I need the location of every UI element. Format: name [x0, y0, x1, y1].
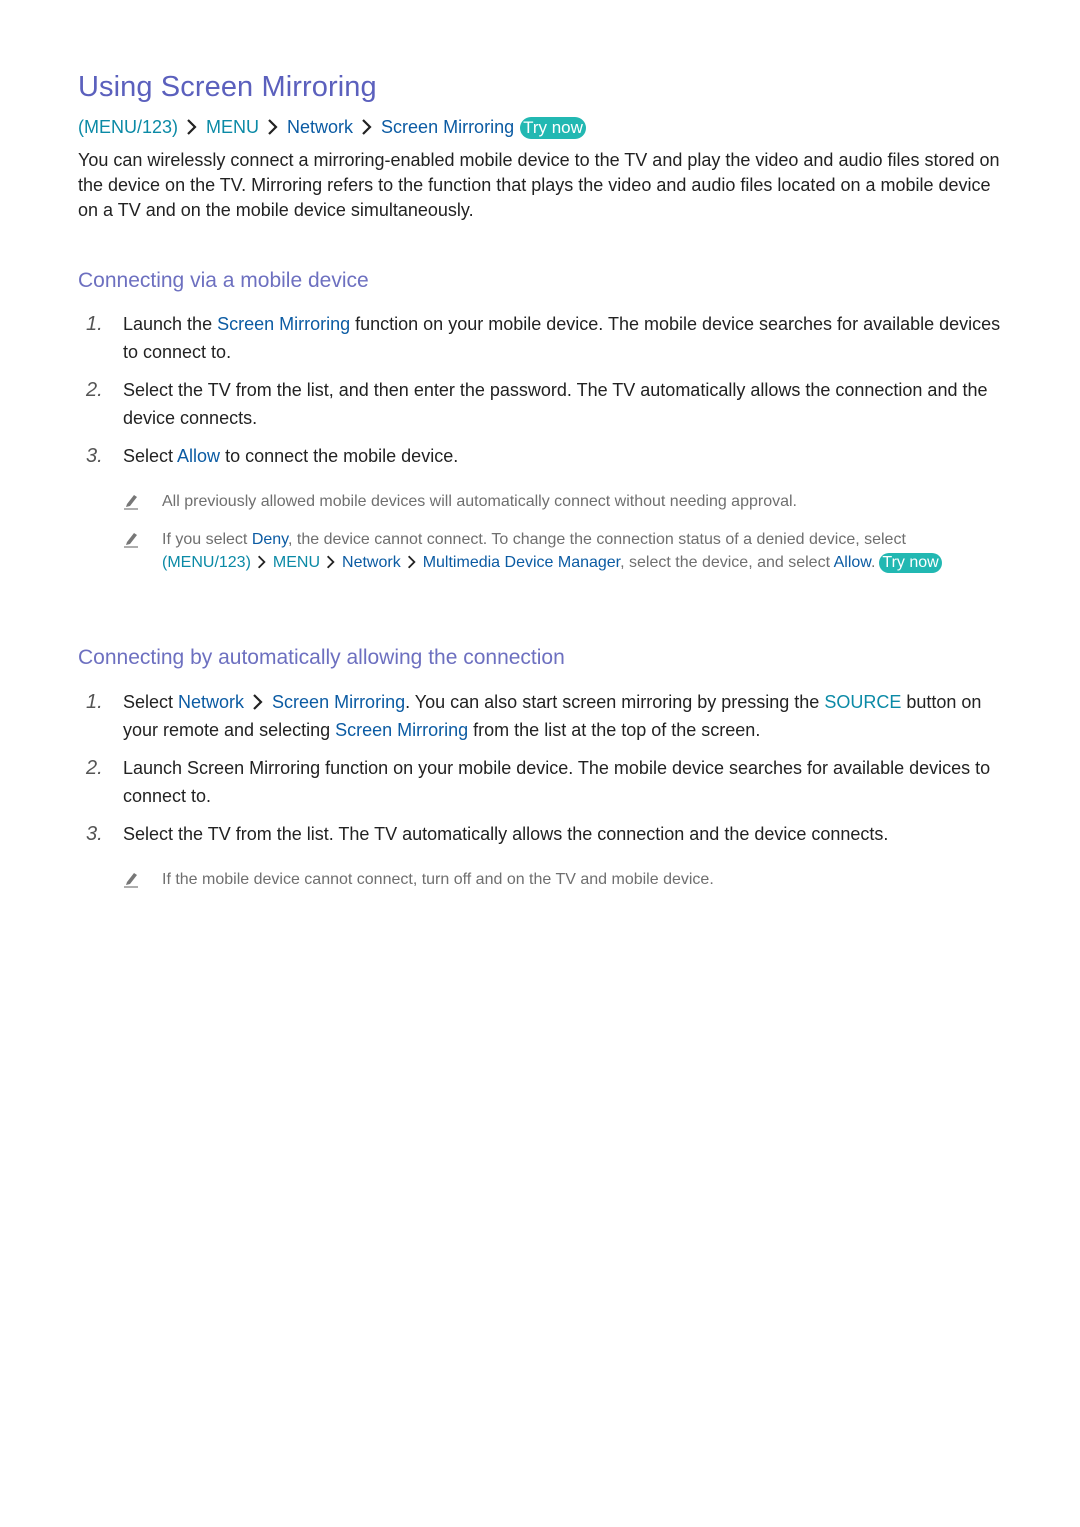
step-item: 2. Launch Screen Mirroring function on y… [78, 754, 1018, 810]
pencil-icon [124, 873, 138, 888]
step-item: 3. Select Allow to connect the mobile de… [78, 442, 1018, 470]
section-heading-auto-allow: Connecting by automatically allowing the… [78, 646, 565, 669]
note-text: If the mobile device cannot connect, tur… [162, 871, 714, 888]
step-text: Launch the Screen Mirroring function on … [123, 310, 1013, 366]
text: . [870, 554, 876, 571]
chevron-right-icon [326, 555, 335, 569]
path-menu-123: (MENU/123) [162, 554, 251, 571]
step-number: 2. [86, 757, 103, 779]
text: . You can also start screen mirroring by… [405, 692, 825, 712]
step-text: Launch Screen Mirroring function on your… [123, 758, 991, 806]
network-link: Network [178, 692, 245, 712]
step-number: 3. [86, 445, 103, 467]
path-multimedia-device-manager: Multimedia Device Manager [422, 554, 621, 571]
text: If you select [162, 531, 252, 548]
screen-mirroring-link: Screen Mirroring [272, 692, 406, 712]
step-item: 1. Launch the Screen Mirroring function … [78, 310, 1018, 366]
step-text: Select the TV from the list. The TV auto… [123, 824, 889, 844]
text: to connect the mobile device. [220, 446, 459, 466]
intro-paragraph: You can wirelessly connect a mirroring-e… [78, 150, 1000, 220]
step-number: 2. [86, 379, 103, 401]
pencil-icon [124, 533, 138, 548]
chevron-right-icon [252, 694, 263, 710]
try-now-button[interactable]: Try now [520, 117, 586, 139]
path-menu: MENU [272, 554, 321, 571]
step-text: Select Allow to connect the mobile devic… [123, 442, 1013, 470]
step-number: 3. [86, 823, 103, 845]
breadcrumb-menu-123: (MENU/123) [78, 117, 179, 137]
text: Select [123, 692, 179, 712]
screen-mirroring-link: Screen Mirroring [217, 314, 351, 334]
source-button-label: SOURCE [824, 692, 902, 712]
chevron-right-icon [257, 555, 266, 569]
breadcrumb-menu: MENU [206, 117, 260, 137]
note-text: If you select Deny, the device cannot co… [162, 528, 992, 574]
step-item: 2. Select the TV from the list, and then… [78, 376, 1018, 432]
try-now-button[interactable]: Try now [879, 553, 942, 573]
text: Launch the [123, 314, 218, 334]
allow-link: Allow [177, 446, 221, 466]
chevron-right-icon [267, 119, 278, 135]
text: , select the device, and select [620, 554, 834, 571]
text: from the list at the top of the screen. [468, 720, 761, 740]
breadcrumb-network: Network [287, 117, 354, 137]
step-text: Select the TV from the list, and then en… [123, 380, 988, 428]
deny-link: Deny [251, 531, 288, 548]
chevron-right-icon [186, 119, 197, 135]
step-text: Select Network Screen Mirroring. You can … [123, 688, 1013, 744]
chevron-right-icon [361, 119, 372, 135]
path-network: Network [342, 554, 401, 571]
step-number: 1. [86, 691, 103, 713]
section-heading-mobile-device: Connecting via a mobile device [78, 269, 369, 292]
chevron-right-icon [407, 555, 416, 569]
allow-link: Allow [833, 554, 871, 571]
breadcrumb-screen-mirroring: Screen Mirroring [381, 117, 515, 137]
breadcrumb: (MENU/123) MENU Network Screen Mirroring Try… [78, 115, 586, 139]
text: Select [123, 446, 178, 466]
screen-mirroring-link: Screen Mirroring [335, 720, 469, 740]
step-item: 1. Select Network Screen Mirroring. You c… [78, 688, 1018, 744]
step-number: 1. [86, 313, 103, 335]
step-item: 3. Select the TV from the list. The TV a… [78, 820, 1018, 848]
note-text: All previously allowed mobile devices wi… [162, 493, 797, 510]
pencil-icon [124, 495, 138, 510]
text: , the device cannot connect. To change t… [288, 531, 906, 548]
page-title: Using Screen Mirroring [78, 71, 377, 103]
